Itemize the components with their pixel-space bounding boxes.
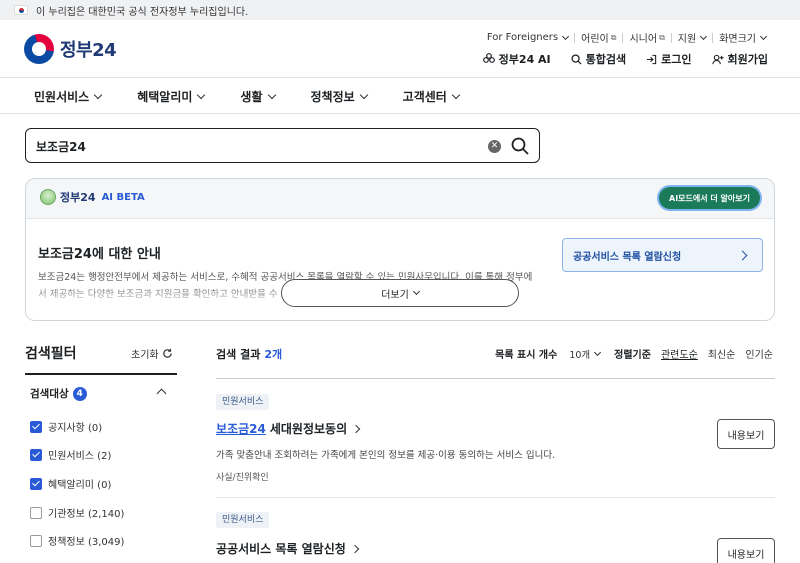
checkbox[interactable]: [30, 506, 42, 519]
taegeuk-logo-icon: [24, 34, 54, 64]
ai-bot-icon: [40, 189, 56, 205]
external-link-icon: ⧉: [659, 32, 665, 42]
main-nav: 민원서비스 혜택알리미 생활 정책정보 고객센터: [34, 88, 461, 105]
chevron-up-icon[interactable]: [156, 388, 167, 399]
sort-popular[interactable]: 인기순: [745, 346, 773, 361]
chevron-down-icon: [451, 90, 461, 100]
ai-mode-button[interactable]: AI모드에서 더 알아보기: [659, 187, 760, 209]
checkbox[interactable]: [30, 420, 42, 433]
result-meta: 사실/진위확인: [216, 473, 269, 483]
filter-option-civil-service[interactable]: 민원서비스 (2): [30, 447, 111, 462]
clear-search-button[interactable]: ✕: [488, 140, 501, 153]
result-title[interactable]: 보조금24 세대원정보동의: [216, 420, 361, 437]
util-screen-size[interactable]: 화면크기: [719, 30, 768, 45]
logo-text: 정부24: [60, 40, 117, 61]
results-divider: [216, 378, 775, 379]
results-controls: 목록 표시 개수 10개 정렬기준 관련도순 최신순 인기순: [495, 346, 773, 361]
utility-nav: For Foreigners 어린이 ⧉ 시니어 ⧉ 지원 화면크기: [487, 30, 768, 46]
util-senior[interactable]: 시니어 ⧉: [629, 30, 665, 46]
login-button[interactable]: 로그인: [646, 51, 692, 67]
chevron-down-icon: [359, 90, 368, 100]
view-details-button[interactable]: 내용보기: [717, 419, 775, 449]
filter-option-benefit[interactable]: 혜택알리미 (0): [30, 476, 111, 491]
site-logo[interactable]: 정부24: [24, 34, 117, 64]
results-count: 2개: [264, 348, 283, 361]
result-divider: [216, 497, 775, 498]
chevron-down-icon: [267, 90, 276, 100]
refresh-icon: [162, 348, 172, 358]
filter-reset-button[interactable]: 초기화: [131, 346, 173, 361]
more-button[interactable]: 더보기: [281, 279, 519, 307]
search-icon[interactable]: [510, 136, 530, 156]
filter-group-target[interactable]: 검색대상 4: [30, 386, 87, 401]
service-list-apply-button[interactable]: 공공서비스 목록 열람신청: [562, 238, 763, 272]
result-description: 가족 맞춤안내 조회하려는 가족에게 본인의 정보를 제공·이용 동의하는 서비…: [216, 450, 556, 461]
category-tag: 민원서비스: [216, 394, 270, 410]
filter-option-notice[interactable]: 공지사항 (0): [30, 419, 102, 434]
chevron-right-icon: [350, 544, 360, 553]
nav-divider: [0, 113, 800, 114]
chevron-right-icon: [737, 250, 748, 261]
category-tag: 민원서비스: [216, 512, 270, 528]
search-box: ✕: [25, 128, 540, 163]
ai-logo: 정부24 AI BETA: [40, 189, 145, 205]
ai-panel-header: 정부24 AI BETA AI모드에서 더 알아보기: [26, 179, 774, 219]
header-actions: 정부24 AI 통합검색 로그인 회원가입: [482, 51, 768, 67]
integrated-search-button[interactable]: 통합검색: [571, 51, 626, 67]
filter-title: 검색필터: [25, 346, 77, 362]
filter-divider: [25, 373, 177, 375]
chevron-down-icon: [93, 90, 103, 100]
nav-policy-info[interactable]: 정책정보: [311, 88, 368, 105]
nav-civil-service[interactable]: 민원서비스: [34, 88, 103, 105]
filter-count-badge: 4: [72, 386, 87, 401]
add-user-icon: [711, 54, 724, 64]
korean-flag-icon: [14, 5, 28, 15]
ai-flower-icon: [482, 53, 495, 63]
results-heading: 검색 결과 2개: [216, 348, 283, 361]
search-input[interactable]: [36, 135, 476, 157]
login-icon: [647, 54, 657, 64]
chevron-down-icon: [197, 90, 206, 100]
chevron-right-icon: [351, 424, 361, 433]
signup-button[interactable]: 회원가입: [711, 51, 768, 67]
ai-answer-title: 보조금24에 대한 안내: [38, 247, 161, 262]
result-title[interactable]: 공공서비스 목록 열람신청: [216, 540, 360, 557]
chevron-down-icon: [594, 348, 602, 356]
chevron-down-icon: [759, 32, 768, 40]
search-icon: [571, 53, 582, 65]
filter-option-policy-info[interactable]: 정책정보 (3,049): [30, 533, 124, 548]
ai-summary-panel: 정부24 AI BETA AI모드에서 더 알아보기 보조금24에 대한 안내 …: [25, 178, 775, 321]
chevron-down-icon: [412, 287, 420, 296]
util-for-foreigners[interactable]: For Foreigners: [487, 32, 570, 43]
view-details-button[interactable]: 내용보기: [717, 538, 775, 563]
chevron-down-icon: [700, 32, 708, 40]
nav-customer-center[interactable]: 고객센터: [403, 88, 461, 105]
external-link-icon: ⧉: [610, 32, 617, 42]
sort-latest[interactable]: 최신순: [708, 346, 736, 361]
util-support[interactable]: 지원: [678, 30, 708, 45]
sort-relevance[interactable]: 관련도순: [661, 346, 698, 361]
gov-official-banner: 이 누리집은 대한민국 공식 전자정부 누리집입니다.: [0, 0, 800, 20]
checkbox[interactable]: [30, 534, 42, 547]
filter-option-org-info[interactable]: 기관정보 (2,140): [30, 505, 124, 520]
checkbox[interactable]: [30, 477, 42, 490]
checkbox[interactable]: [30, 448, 42, 461]
gov-banner-text: 이 누리집은 대한민국 공식 전자정부 누리집입니다.: [36, 6, 249, 18]
page-size-select[interactable]: 10개: [569, 347, 602, 361]
gov24-ai-button[interactable]: 정부24 AI: [482, 51, 551, 67]
chevron-down-icon: [562, 32, 570, 40]
util-kids[interactable]: 어린이 ⧉: [581, 30, 617, 46]
nav-living[interactable]: 생활: [240, 88, 276, 105]
nav-benefit-alert[interactable]: 혜택알리미: [137, 88, 206, 105]
header-divider: [0, 77, 800, 78]
